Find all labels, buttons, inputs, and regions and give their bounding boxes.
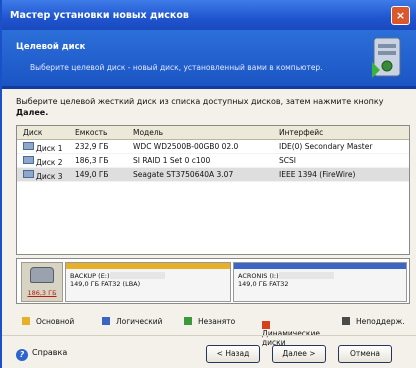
row-capacity: 149,0 ГБ [75, 170, 109, 179]
wizard-footer: ? Справка < Назад Далее > Отмена [2, 340, 416, 366]
close-button[interactable]: × [391, 6, 410, 25]
hard-disk-icon [30, 267, 54, 283]
partition-legend: Основной Логический Незанято Динамически… [16, 314, 416, 347]
row-interface: SCSI [279, 156, 296, 165]
row-disk: Диск 1 [36, 144, 63, 153]
page-subtitle: Выберите целевой диск - новый диск, уста… [30, 63, 323, 72]
row-disk: Диск 3 [36, 172, 63, 181]
column-disk[interactable]: Диск [23, 128, 42, 137]
table-row[interactable]: Диск 1 232,9 ГБ WDC WD2500B-00GB0 02.0 I… [17, 140, 409, 154]
disk-install-icon [372, 37, 401, 78]
row-capacity: 186,3 ГБ [75, 156, 109, 165]
partition-info: 149,0 ГБ FAT32 (LBA) [70, 280, 141, 288]
help-link[interactable]: ? Справка [16, 348, 67, 361]
page-title: Целевой диск [16, 42, 86, 52]
header-divider [2, 86, 416, 89]
instruction-text: Выберите целевой жесткий диск из списка … [16, 97, 384, 117]
partition-backup[interactable]: BACKUP (E:) 149,0 ГБ FAT32 (LBA) [65, 262, 231, 302]
partition-acronis[interactable]: ACRONIS (I:) 149,0 ГБ FAT32 [233, 262, 407, 302]
row-capacity: 232,9 ГБ [75, 142, 109, 151]
wizard-header: Целевой диск Выберите целевой диск - нов… [2, 30, 416, 86]
title-bar[interactable]: Мастер установки новых дисков × [2, 0, 416, 30]
row-model: WDC WD2500B-00GB0 02.0 [133, 142, 239, 151]
partition-name: ACRONIS (I:) [238, 272, 279, 280]
disk-capacity: 186,3 ГБ [27, 289, 57, 297]
disk-layout-map: 186,3 ГБ BACKUP (E:) 149,0 ГБ FAT32 (LBA… [16, 258, 410, 304]
wizard-window: Мастер установки новых дисков × Целевой … [0, 0, 416, 368]
table-header: Диск Емкость Модель Интерфейс [17, 126, 409, 140]
disk-list-table[interactable]: Диск Емкость Модель Интерфейс Диск 1 232… [16, 125, 410, 255]
hard-disk-icon [23, 156, 34, 164]
legend-unallocated: Незанято [184, 317, 235, 326]
legend-logical: Логический [102, 317, 163, 326]
hard-disk-icon [23, 170, 34, 178]
row-interface: IDE(0) Secondary Master [279, 142, 373, 151]
next-button[interactable]: Далее > [272, 345, 326, 363]
table-row[interactable]: Диск 2 186,3 ГБ SI RAID 1 Set 0 c100 SCS… [17, 154, 409, 168]
row-model: SI RAID 1 Set 0 c100 [133, 156, 211, 165]
column-model[interactable]: Модель [133, 128, 163, 137]
hard-disk-icon [23, 142, 34, 150]
table-row-selected[interactable]: Диск 3 149,0 ГБ Seagate ST3750640A 3.07 … [17, 168, 409, 182]
window-title: Мастер установки новых дисков [10, 10, 189, 21]
footer-divider [2, 335, 416, 336]
row-model: Seagate ST3750640A 3.07 [133, 170, 234, 179]
cancel-button[interactable]: Отмена [338, 345, 392, 363]
column-capacity[interactable]: Емкость [75, 128, 107, 137]
column-interface[interactable]: Интерфейс [279, 128, 323, 137]
help-icon: ? [16, 349, 28, 361]
back-button[interactable]: < Назад [206, 345, 260, 363]
row-interface: IEEE 1394 (FireWire) [279, 170, 356, 179]
partition-name: BACKUP (E:) [70, 272, 110, 280]
selected-disk-tile[interactable]: 186,3 ГБ [21, 262, 63, 302]
legend-unsupported: Неподдерж. [342, 317, 405, 326]
partition-info: 149,0 ГБ FAT32 [238, 280, 289, 288]
instruction-button-ref: Далее. [16, 108, 49, 117]
row-disk: Диск 2 [36, 158, 63, 167]
legend-primary: Основной [22, 317, 74, 326]
